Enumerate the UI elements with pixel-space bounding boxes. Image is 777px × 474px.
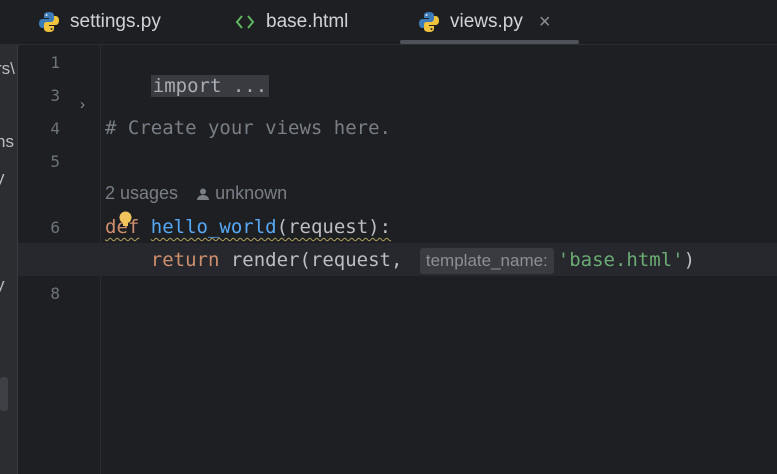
tab-label: views.py (450, 11, 523, 32)
code-line-6[interactable]: def hello_world(request): (105, 215, 391, 239)
render-call: render(request, (219, 249, 414, 271)
line-number: 8 (50, 284, 60, 303)
html-icon (234, 11, 256, 33)
tab-label: settings.py (70, 11, 161, 32)
author-name: unknown (215, 183, 288, 203)
line-number: 3 (50, 86, 60, 105)
python-icon (38, 11, 60, 33)
line-number: 5 (50, 152, 60, 171)
tab-base-html[interactable]: base.html (234, 0, 348, 44)
close-paren: ) (683, 249, 696, 271)
project-scrollbar-thumb[interactable] (0, 377, 8, 411)
lightbulb-icon[interactable] (118, 211, 133, 227)
python-icon (418, 11, 440, 33)
function-params: (request): (276, 216, 392, 238)
code-editor[interactable]: import ... # Create your views here. 2 u… (18, 45, 777, 474)
project-item-fragment[interactable]: y (0, 168, 5, 188)
tab-views-py[interactable]: views.py × (400, 0, 579, 44)
user-icon (197, 188, 210, 200)
close-icon[interactable]: × (539, 11, 551, 34)
usages-count[interactable]: 2 usages (105, 183, 178, 204)
function-name: hello_world (150, 216, 277, 238)
usages-inlay[interactable]: 2 usages unknown (105, 183, 287, 204)
line-number: 6 (50, 218, 60, 237)
line-number: 4 (50, 119, 60, 138)
tab-settings-py[interactable]: settings.py (38, 0, 161, 44)
code-line-7[interactable]: return render(request, template_name:'ba… (105, 248, 695, 274)
tab-label: base.html (266, 11, 349, 32)
code-line-1[interactable]: import ... (105, 50, 270, 122)
folded-imports[interactable]: import ... (150, 75, 270, 97)
string-literal: 'base.html' (557, 249, 684, 271)
return-keyword: return (150, 249, 220, 271)
active-tab-indicator (400, 40, 579, 44)
line-number: 1 (50, 53, 60, 72)
parameter-hint: template_name: (419, 248, 554, 274)
code-line-4[interactable]: # Create your views here. (105, 116, 391, 140)
project-item-fragment[interactable]: y (0, 275, 5, 295)
editor-tab-bar: settings.py base.html views.py × (0, 0, 777, 45)
project-item-fragment[interactable]: rs\ (0, 59, 15, 79)
project-item-fragment[interactable]: ns (0, 132, 14, 152)
project-panel-edge: rs\ ns y y (0, 45, 18, 474)
fold-chevron-icon[interactable]: › (80, 96, 85, 113)
